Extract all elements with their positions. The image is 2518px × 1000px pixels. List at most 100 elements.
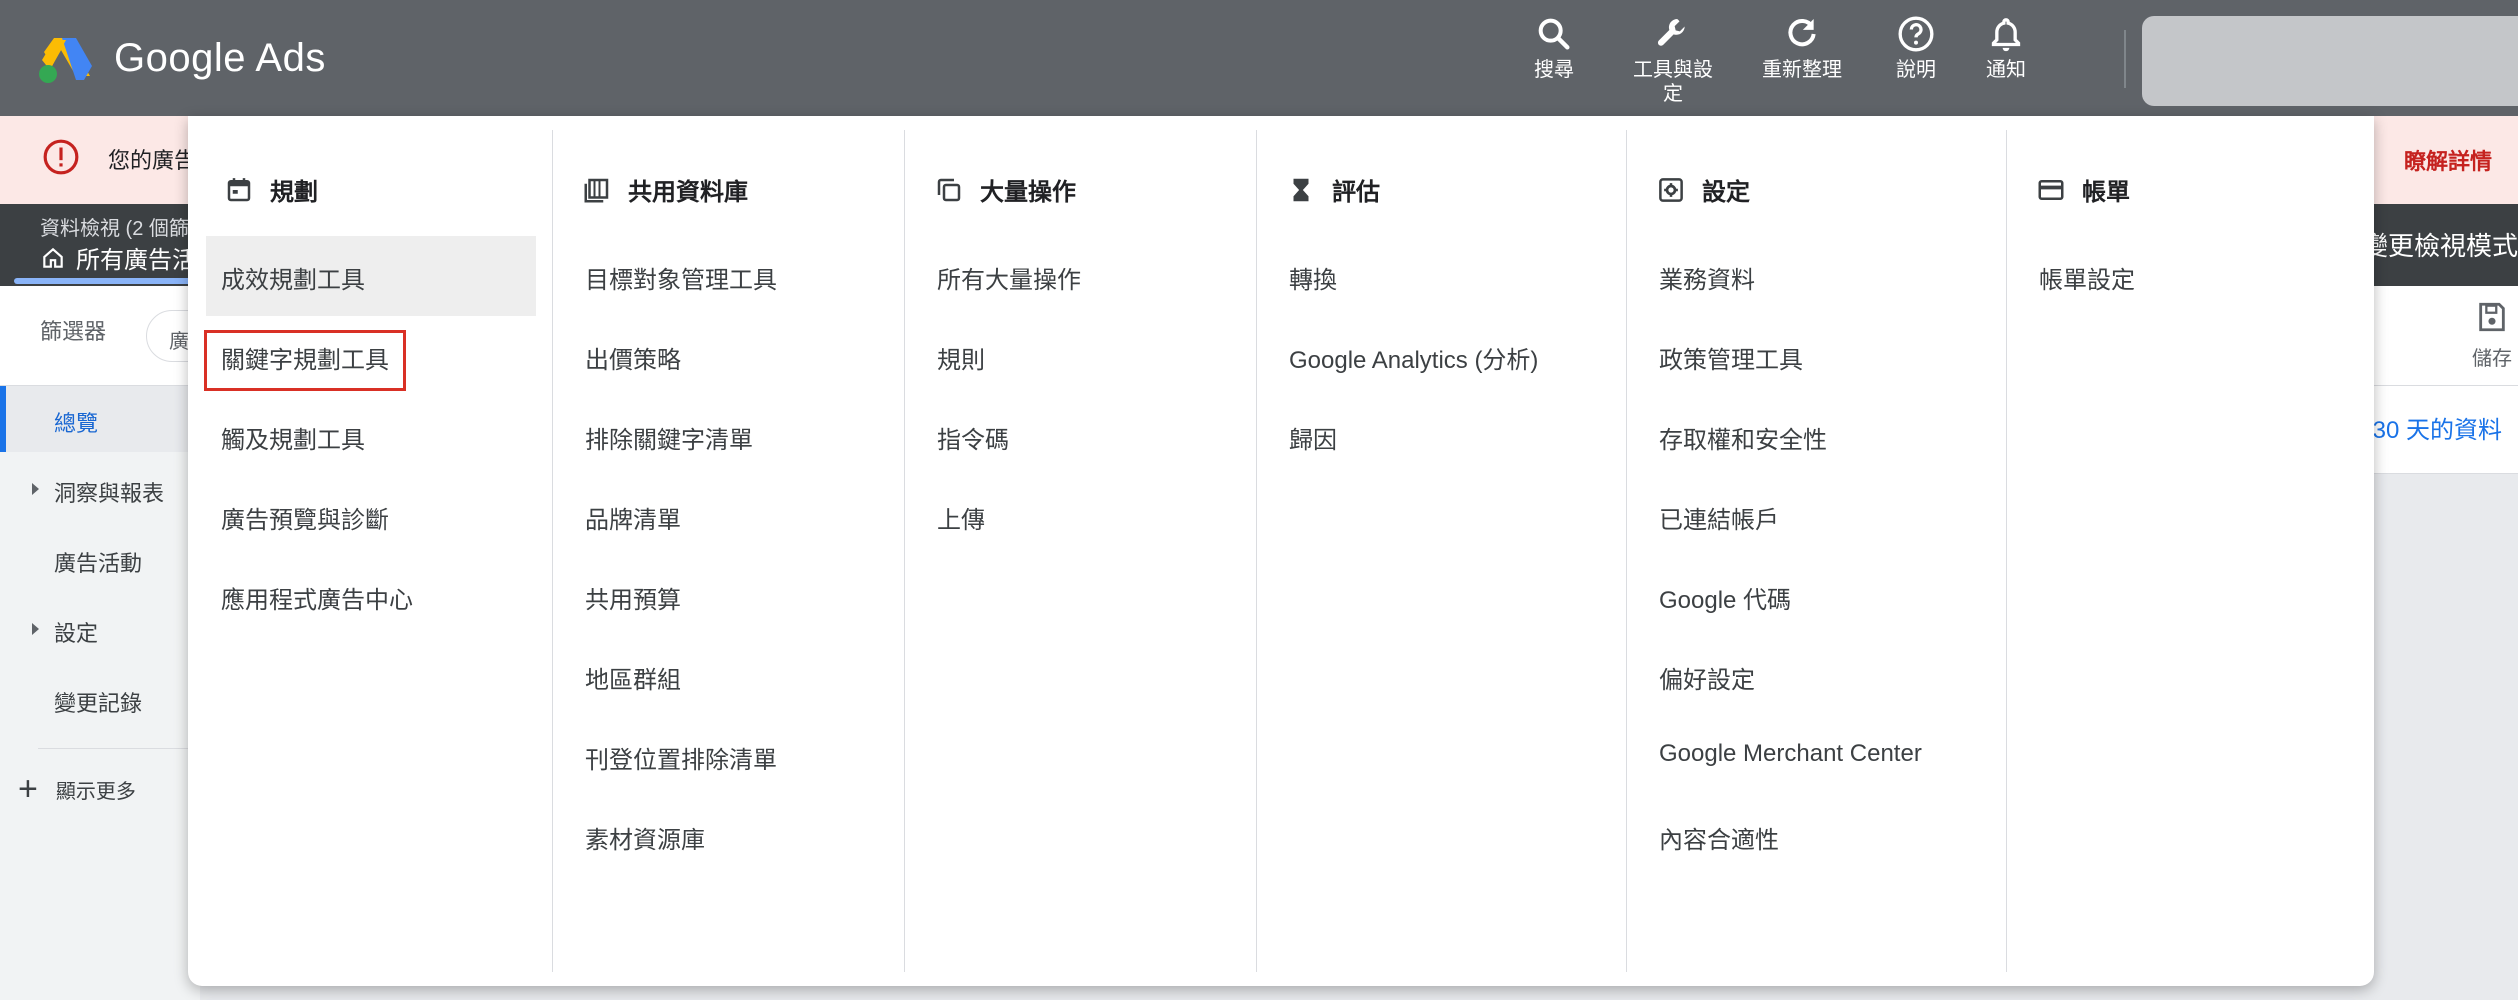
menu-item-bid-strategies[interactable]: 出價策略 <box>570 316 681 396</box>
menu-item-shared-budgets[interactable]: 共用預算 <box>570 556 681 636</box>
notifications-button[interactable]: 通知 <box>1986 14 2026 82</box>
copy-icon <box>937 178 961 201</box>
menu-item-brand-lists[interactable]: 品牌清單 <box>570 476 681 556</box>
date-range-link[interactable]: 30 天的資料 <box>2373 410 2502 445</box>
menu-item-google-analytics[interactable]: Google Analytics (分析) <box>1274 316 1538 396</box>
account-switcher[interactable] <box>2142 16 2518 106</box>
menu-heading-label: 規劃 <box>270 179 318 206</box>
campaign-scope-selector[interactable]: 所有廣告活 <box>40 240 196 275</box>
nav-item-campaigns[interactable]: 廣告活動 <box>0 526 200 592</box>
wrench-icon <box>1657 19 1685 46</box>
menu-item-content-suitability[interactable]: 內容合適性 <box>1644 796 1779 876</box>
show-more-button[interactable]: + 顯示更多 <box>18 770 136 808</box>
topbar-divider <box>2124 30 2126 88</box>
menu-item-preferences[interactable]: 偏好設定 <box>1644 636 1755 716</box>
nav-item-overview[interactable]: 總覽 <box>0 386 200 452</box>
menu-item-negative-keyword-lists[interactable]: 排除關鍵字清單 <box>570 396 753 476</box>
menu-heading-setup: 設定 <box>1656 172 1750 207</box>
menu-item-business-data[interactable]: 業務資料 <box>1644 236 1755 316</box>
change-view-mode-button[interactable]: 變更檢視模式 <box>2362 226 2518 263</box>
library-icon <box>584 178 609 202</box>
google-ads-logo-icon[interactable] <box>38 36 92 84</box>
tools-and-settings-menu: 規劃 成效規劃工具 關鍵字規劃工具 觸及規劃工具 廣告預覽與診斷 應用程式廣告中… <box>188 116 2374 986</box>
filter-label: 篩選器 <box>40 319 107 344</box>
menu-item-uploads[interactable]: 上傳 <box>922 476 985 556</box>
brand-name[interactable]: Google Ads <box>114 36 326 81</box>
menu-item-keyword-planner[interactable]: 關鍵字規劃工具 <box>204 316 406 396</box>
menu-heading-shared-library: 共用資料庫 <box>582 172 748 207</box>
menu-item-all-bulk-actions[interactable]: 所有大量操作 <box>922 236 1081 316</box>
nav-item-settings[interactable]: 設定 <box>0 596 200 662</box>
help-button[interactable]: 說明 <box>1896 14 1936 82</box>
nav-item-change-history[interactable]: 變更記錄 <box>0 666 200 732</box>
menu-column-shared-library: 共用資料庫 目標對象管理工具 出價策略 排除關鍵字清單 品牌清單 共用預算 地區… <box>552 130 904 972</box>
left-navigation: 總覽 洞察與報表 廣告活動 設定 變更記錄 <box>0 386 200 1000</box>
menu-item-audience-manager[interactable]: 目標對象管理工具 <box>570 236 777 316</box>
menu-heading-label: 共用資料庫 <box>628 179 748 206</box>
menu-item-rules[interactable]: 規則 <box>922 316 985 396</box>
menu-item-location-groups[interactable]: 地區群組 <box>570 636 681 716</box>
menu-item-ad-preview-diagnosis[interactable]: 廣告預覽與診斷 <box>206 476 389 556</box>
menu-heading-measurement: 評估 <box>1286 172 1380 207</box>
nav-item-insights-reports[interactable]: 洞察與報表 <box>0 456 200 522</box>
menu-item-linked-accounts[interactable]: 已連結帳戶 <box>1644 476 1779 556</box>
search-icon <box>1538 18 1570 50</box>
menu-item-access-and-security[interactable]: 存取權和安全性 <box>1644 396 1827 476</box>
menu-item-label: 關鍵字規劃工具 <box>204 330 406 391</box>
save-label: 儲存 <box>2472 348 2512 370</box>
menu-heading-label: 評估 <box>1332 179 1380 206</box>
nav-item-label: 設定 <box>54 621 99 646</box>
refresh-icon <box>1788 19 1816 47</box>
expand-caret-icon <box>32 483 39 495</box>
menu-heading-bulk-actions: 大量操作 <box>934 172 1076 207</box>
credit-card-icon <box>2038 179 2064 200</box>
expand-caret-icon <box>32 623 39 635</box>
nav-divider <box>38 748 200 749</box>
bell-icon <box>1991 18 2021 52</box>
save-icon <box>2479 302 2505 332</box>
menu-item-performance-planner[interactable]: 成效規劃工具 <box>206 236 536 316</box>
menu-column-bulk-actions: 大量操作 所有大量操作 規則 指令碼 上傳 <box>904 130 1256 972</box>
menu-item-scripts[interactable]: 指令碼 <box>922 396 1009 476</box>
tools-and-settings-label: 工具與設定 <box>1633 59 1713 105</box>
menu-heading-billing: 帳單 <box>2036 172 2130 207</box>
tools-and-settings-button[interactable]: 工具與設定 <box>1630 14 1716 106</box>
menu-item-reach-planner[interactable]: 觸及規劃工具 <box>206 396 365 476</box>
top-app-bar: Google Ads 搜尋 工具與設定 重新整理 說明 通知 <box>0 0 2518 116</box>
menu-item-app-advertising-hub[interactable]: 應用程式廣告中心 <box>206 556 413 636</box>
active-scope-indicator <box>14 278 204 284</box>
campaign-scope-label: 所有廣告活 <box>76 247 196 274</box>
hourglass-icon <box>1293 178 1309 201</box>
menu-column-billing: 帳單 帳單設定 <box>2006 130 2374 972</box>
menu-item-placement-exclusion-lists[interactable]: 刊登位置排除清單 <box>570 716 777 796</box>
alert-learn-more-link[interactable]: 瞭解詳情 <box>2404 144 2492 176</box>
menu-item-google-merchant-center[interactable]: Google Merchant Center <box>1644 716 1922 796</box>
menu-heading-label: 設定 <box>1702 179 1750 206</box>
home-icon <box>43 247 63 268</box>
help-icon <box>1898 16 1934 52</box>
plus-icon: + <box>18 770 38 808</box>
error-icon <box>43 139 79 175</box>
menu-item-asset-library[interactable]: 素材資源庫 <box>570 796 705 876</box>
save-button[interactable]: 儲存 <box>2472 300 2512 371</box>
show-more-label: 顯示更多 <box>55 780 136 803</box>
nav-item-label: 洞察與報表 <box>54 481 165 506</box>
menu-item-billing-settings[interactable]: 帳單設定 <box>2024 236 2135 316</box>
menu-item-conversions[interactable]: 轉換 <box>1274 236 1337 316</box>
menu-item-attribution[interactable]: 歸因 <box>1274 396 1337 476</box>
alert-message: 您的廣告 <box>108 148 197 173</box>
notifications-label: 通知 <box>1986 59 2026 81</box>
menu-heading-planning: 規劃 <box>224 172 318 207</box>
search-button[interactable]: 搜尋 <box>1534 14 1574 82</box>
calendar-icon <box>227 177 251 201</box>
data-view-label: 資料檢視 (2 個篩 <box>40 218 189 240</box>
menu-item-policy-manager[interactable]: 政策管理工具 <box>1644 316 1803 396</box>
menu-column-planning: 規劃 成效規劃工具 關鍵字規劃工具 觸及規劃工具 廣告預覽與診斷 應用程式廣告中… <box>188 130 552 972</box>
menu-heading-label: 帳單 <box>2082 179 2130 206</box>
refresh-label: 重新整理 <box>1762 59 1842 81</box>
menu-column-setup: 設定 業務資料 政策管理工具 存取權和安全性 已連結帳戶 Google 代碼 偏… <box>1626 130 2006 972</box>
menu-column-measurement: 評估 轉換 Google Analytics (分析) 歸因 <box>1256 130 1626 972</box>
menu-item-google-tag[interactable]: Google 代碼 <box>1644 556 1791 636</box>
settings-icon <box>1659 177 1683 202</box>
refresh-button[interactable]: 重新整理 <box>1762 14 1842 82</box>
